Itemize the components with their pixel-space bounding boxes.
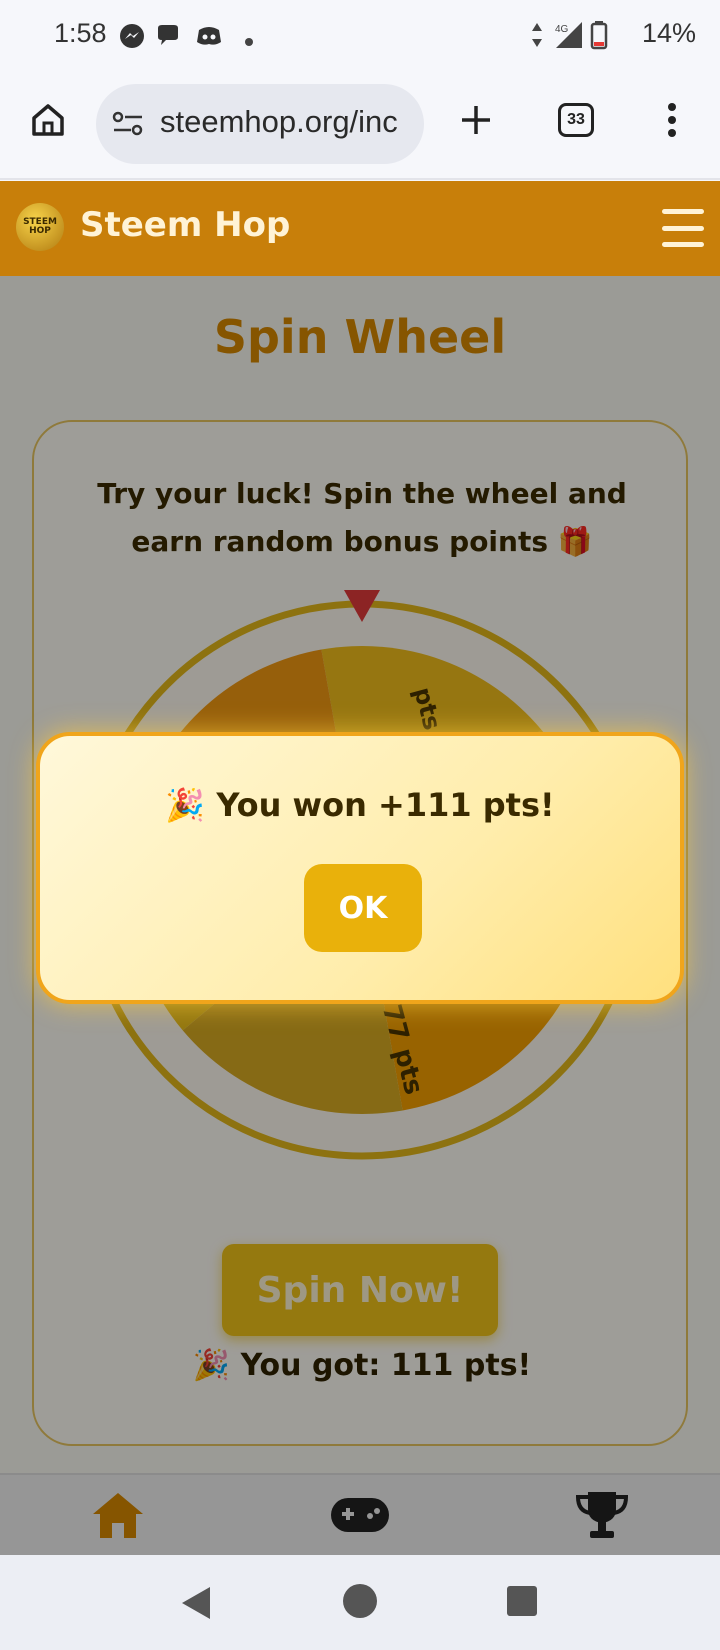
hamburger-line (662, 209, 704, 214)
address-bar[interactable]: steemhop.org/inc (96, 84, 424, 164)
tab-switcher-button[interactable]: 33 (552, 96, 600, 144)
win-message: 🎉 You won +111 pts! (165, 786, 555, 824)
site-logo[interactable]: STEEM HOP (16, 203, 64, 251)
status-time: 1:58 (54, 18, 107, 48)
more-vert-icon (668, 103, 676, 137)
new-tab-button[interactable] (452, 96, 500, 144)
screen: 1:58 4G 14% steemhop.org/inc 33 STEEM HO… (0, 0, 720, 1650)
win-dialog: 🎉 You won +111 pts! OK (36, 732, 684, 1004)
discord-icon (194, 22, 224, 54)
browser-menu-button[interactable] (648, 96, 696, 144)
messenger-icon (118, 22, 146, 54)
hamburger-line (662, 242, 704, 247)
data-arrows-icon (530, 20, 544, 54)
site-header: STEEM HOP Steem Hop (0, 181, 720, 276)
more-dot-icon (244, 32, 254, 51)
url-text: steemhop.org/inc (160, 104, 398, 139)
plus-icon (462, 106, 490, 134)
hamburger-menu-button[interactable] (662, 209, 704, 247)
browser-toolbar: steemhop.org/inc 33 (0, 72, 720, 180)
tab-count: 33 (558, 103, 594, 137)
battery-percent: 14% (641, 18, 696, 48)
ok-button[interactable]: OK (304, 864, 422, 952)
back-icon[interactable] (176, 1583, 216, 1623)
signal-icon: 4G (552, 20, 584, 54)
home-circle-icon[interactable] (342, 1583, 378, 1619)
system-navigation-bar (0, 1555, 720, 1650)
browser-home-icon (32, 104, 64, 136)
chat-icon (154, 22, 182, 54)
home-button[interactable] (24, 96, 72, 144)
status-bar: 1:58 4G 14% (0, 0, 720, 72)
hamburger-line (662, 225, 704, 231)
site-settings-icon[interactable] (112, 110, 144, 142)
network-type: 4G (555, 24, 569, 35)
battery-icon (590, 20, 608, 54)
recents-icon[interactable] (506, 1585, 538, 1617)
site-title[interactable]: Steem Hop (80, 205, 290, 245)
